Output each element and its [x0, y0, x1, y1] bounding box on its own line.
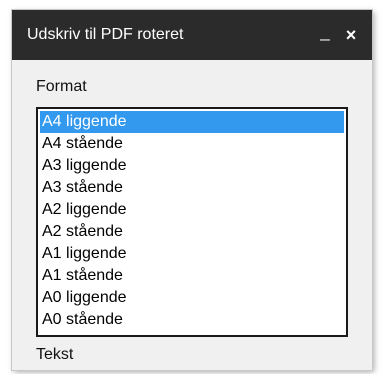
format-option[interactable]: A2 stående	[40, 221, 344, 243]
tekst-label: Tekst	[36, 346, 74, 363]
dialog-content: Format A4 liggende A4 stående A3 liggend…	[12, 60, 372, 366]
format-option[interactable]: A1 liggende	[40, 243, 344, 265]
format-label: Format	[36, 78, 87, 95]
format-option[interactable]: A4 liggende	[40, 111, 344, 133]
minimize-icon[interactable]: _	[316, 22, 334, 42]
close-icon[interactable]: ×	[342, 25, 360, 46]
format-option[interactable]: A3 liggende	[40, 155, 344, 177]
dialog-window: Udskriv til PDF roteret _ × Format A4 li…	[12, 10, 372, 370]
title-bar[interactable]: Udskriv til PDF roteret _ ×	[12, 10, 372, 60]
dialog-title: Udskriv til PDF roteret	[27, 26, 184, 43]
format-option[interactable]: A0 liggende	[40, 287, 344, 309]
format-option[interactable]: A1 stående	[40, 265, 344, 287]
format-option[interactable]: A2 liggende	[40, 199, 344, 221]
format-option[interactable]: A0 stående	[40, 309, 344, 331]
format-listbox[interactable]: A4 liggende A4 stående A3 liggende A3 st…	[36, 107, 348, 337]
format-option[interactable]: A4 stående	[40, 133, 344, 155]
format-option[interactable]: A3 stående	[40, 177, 344, 199]
